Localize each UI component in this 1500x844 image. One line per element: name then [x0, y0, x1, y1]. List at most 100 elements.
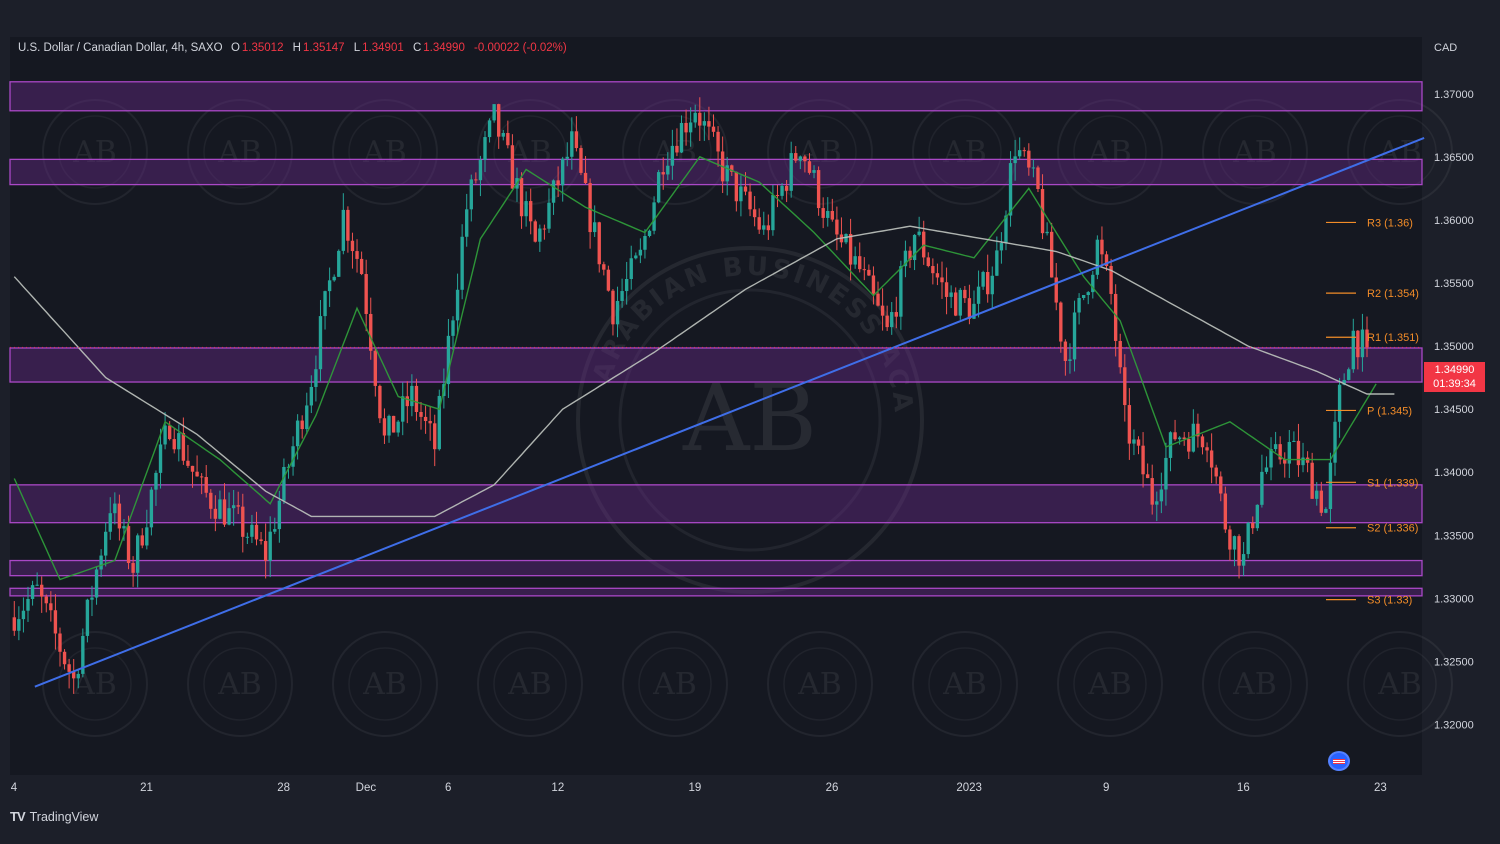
candle-body — [158, 444, 163, 473]
candle-body — [638, 249, 643, 256]
candle-body — [890, 312, 894, 328]
candle-body — [318, 316, 323, 370]
candle-body — [122, 526, 126, 529]
candle-body — [1360, 329, 1365, 358]
candle-body — [1200, 436, 1205, 448]
candle-body — [995, 250, 999, 276]
low-label: L — [353, 42, 361, 54]
candle-body — [135, 535, 140, 573]
pivot-label: S2 (1.336) — [1367, 523, 1418, 535]
candle-body — [465, 209, 469, 237]
candle-body — [748, 191, 752, 210]
candle-body — [177, 433, 181, 450]
candle-body — [30, 585, 35, 599]
candle-body — [1141, 445, 1145, 475]
candle-body — [268, 531, 272, 561]
candle-body — [698, 112, 702, 126]
candle-body — [734, 171, 739, 202]
candle-body — [666, 165, 670, 175]
candle-body — [1273, 444, 1278, 450]
price-chart[interactable]: ABABABABABABABABABABABABABABABABABABABAB… — [0, 0, 1500, 844]
candle-body — [295, 420, 300, 447]
candle-body — [624, 278, 629, 292]
candle-body — [1136, 439, 1141, 446]
us-flag-event-icon[interactable] — [1328, 751, 1350, 771]
candle-body — [309, 386, 314, 406]
candle-body — [606, 269, 611, 291]
watermark-text: AB — [217, 667, 262, 702]
candle-body — [1081, 295, 1086, 298]
time-axis[interactable]: 4 21 28 Dec 6 12 19 26 2023 9 16 23 — [11, 782, 1387, 794]
sr-zone — [9, 484, 1423, 524]
candle-body — [880, 305, 885, 316]
tradingview-brand-text: TradingView — [29, 809, 99, 824]
candle-body — [419, 411, 423, 417]
candle-body — [423, 416, 428, 421]
pivot-label: S3 (1.33) — [1367, 595, 1412, 607]
candle-body — [104, 531, 108, 556]
candle-body — [1333, 421, 1337, 463]
candle-body — [656, 172, 661, 203]
candle-body — [369, 313, 373, 351]
pivot-label: R2 (1.354) — [1367, 288, 1419, 300]
candle-body — [967, 298, 972, 319]
candle-body — [862, 269, 866, 271]
candle-body — [752, 209, 757, 218]
candle-body — [588, 183, 592, 233]
open-label: O — [230, 42, 240, 54]
candle-body — [1219, 476, 1223, 494]
price-tick-label: 1.37000 — [1434, 89, 1474, 101]
candle-body — [1045, 231, 1049, 234]
price-tick-label: 1.33000 — [1434, 593, 1474, 605]
candle-body — [981, 272, 985, 287]
candle-body — [131, 563, 135, 573]
candle-body — [1292, 440, 1296, 442]
candle-body — [305, 405, 309, 430]
candle-body — [1059, 302, 1063, 342]
candle-body — [113, 503, 117, 514]
candle-body — [364, 274, 368, 314]
candle-body — [76, 673, 80, 679]
candle-body — [190, 465, 195, 472]
candle-body — [1328, 462, 1333, 510]
candle-body — [574, 131, 579, 149]
candle-body — [990, 275, 994, 295]
chart-frame: AB AB AB AB AB AB AB AB AB AB AB AB AB AB AB AB AB AB AB AB… — [0, 0, 1500, 844]
candle-body — [510, 145, 515, 189]
candle-body — [478, 160, 483, 181]
candle-body — [1123, 367, 1127, 406]
candle-body — [21, 610, 26, 620]
candle-body — [853, 256, 857, 265]
time-tick-label: 28 — [277, 782, 290, 794]
candle-body — [410, 385, 414, 407]
last-price-tag: 1.34990 01:39:34 — [1424, 362, 1485, 392]
pivot-label: S1 (1.339) — [1367, 477, 1418, 489]
candle-body — [1251, 522, 1255, 529]
candle-body — [126, 526, 131, 564]
candle-body — [218, 499, 222, 519]
candle-body — [757, 217, 761, 230]
high-value: 1.35147 — [302, 42, 345, 54]
candle-body — [1223, 493, 1228, 530]
candle-body — [346, 209, 350, 241]
candle-body — [675, 145, 679, 153]
candle-body — [49, 603, 53, 611]
candle-body — [926, 257, 930, 267]
candle-body — [1127, 405, 1132, 444]
candle-body — [1068, 359, 1072, 361]
tradingview-branding[interactable]: TV TradingView — [10, 809, 98, 824]
time-tick-label: 23 — [1374, 782, 1387, 794]
time-tick-label: 4 — [11, 782, 18, 794]
candle-body — [592, 222, 597, 233]
candle-body — [117, 503, 122, 529]
candle-body — [35, 584, 39, 586]
candle-body — [1177, 437, 1182, 440]
candle-body — [460, 236, 464, 290]
watermark-text: AB — [797, 667, 842, 702]
candle-body — [1301, 457, 1305, 466]
watermark-text: AB — [362, 667, 407, 702]
price-tick-label: 1.34000 — [1434, 467, 1474, 479]
candle-body — [1205, 447, 1209, 451]
candle-body — [533, 221, 537, 242]
time-tick-label: 16 — [1237, 782, 1250, 794]
